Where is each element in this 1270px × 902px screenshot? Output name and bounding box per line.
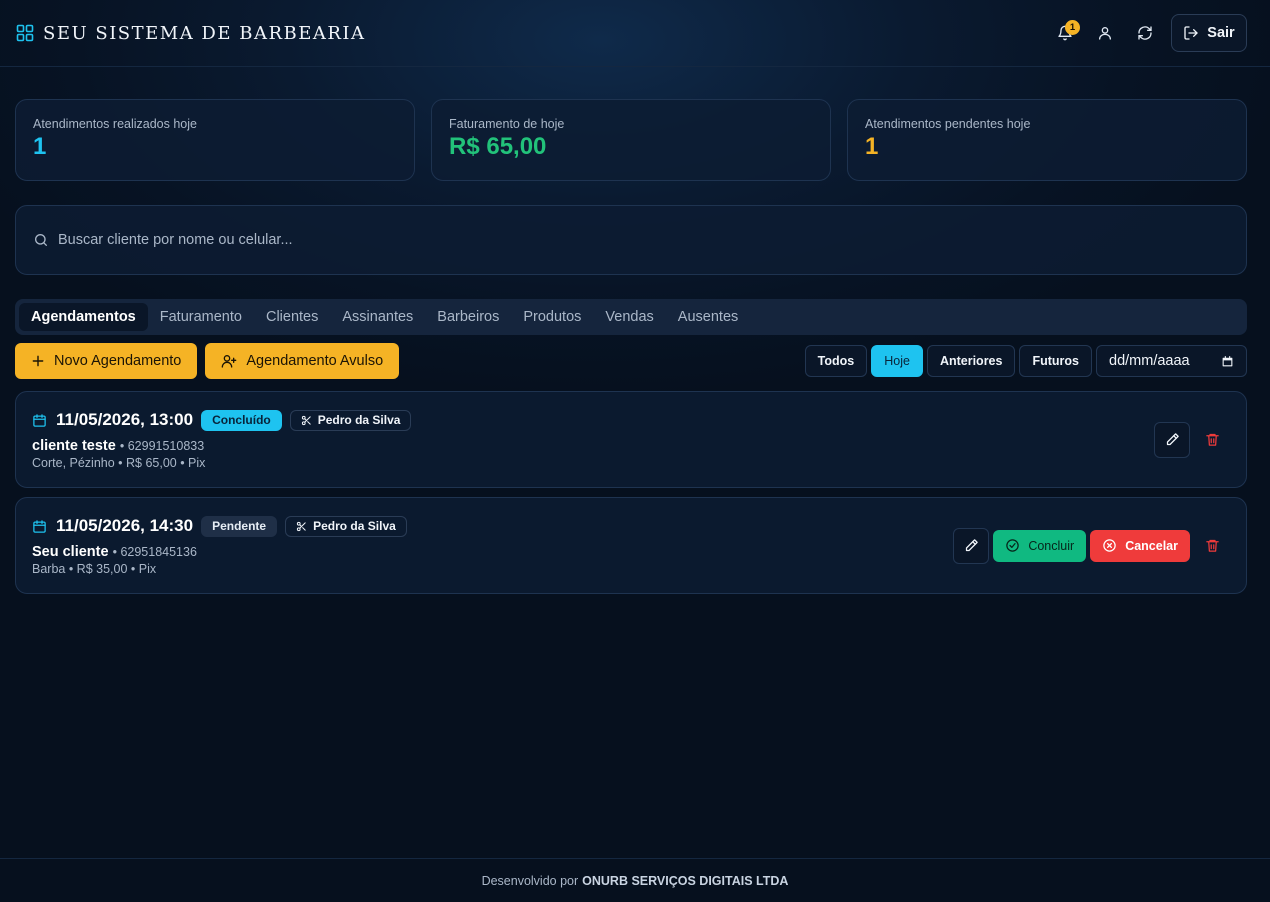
complete-label: Concluir xyxy=(1028,538,1075,553)
logout-label: Sair xyxy=(1207,25,1235,41)
footer-company: ONURB SERVIÇOS DIGITAIS LTDA xyxy=(582,873,789,888)
footer-prefix: Desenvolvido por xyxy=(481,873,579,888)
stats-row: Atendimentos realizados hoje 1 Faturamen… xyxy=(15,99,1247,181)
client-phone: • 62951845136 xyxy=(112,545,197,559)
edit-button[interactable] xyxy=(953,527,990,564)
filter-futuros-button[interactable]: Futuros xyxy=(1019,345,1092,377)
x-circle-icon xyxy=(1102,538,1117,553)
appointment-datetime: 11/05/2026, 14:30 xyxy=(56,516,194,535)
search-icon xyxy=(33,232,49,248)
stat-label: Atendimentos pendentes hoje xyxy=(865,117,1031,131)
cancel-label: Cancelar xyxy=(1125,538,1178,553)
search-bar xyxy=(15,205,1247,275)
delete-button[interactable] xyxy=(1194,528,1230,564)
logout-icon xyxy=(1183,25,1199,41)
new-appointment-button[interactable]: Novo Agendamento xyxy=(15,343,198,379)
filter-todos-button[interactable]: Todos xyxy=(804,345,868,377)
calendar-icon xyxy=(1221,355,1234,368)
appointment-details: Corte, Pézinho • R$ 65,00 • Pix xyxy=(32,456,206,470)
filter-anteriores-button[interactable]: Anteriores xyxy=(926,345,1016,377)
date-filters: Todos Hoje Anteriores Futuros dd/mm/aaaa xyxy=(804,345,1247,377)
app-header: SEU SISTEMA DE BARBEARIA 1 Sair xyxy=(0,0,1270,67)
refresh-button[interactable] xyxy=(1125,13,1165,53)
tab-produtos[interactable]: Produtos xyxy=(511,303,593,331)
stat-value: R$ 65,00 xyxy=(449,133,547,160)
status-badge: Concluído xyxy=(201,409,282,431)
stat-value: 1 xyxy=(33,133,47,160)
barber-badge: Pedro da Silva xyxy=(289,409,412,431)
tab-ausentes[interactable]: Ausentes xyxy=(666,303,750,331)
notifications-button[interactable]: 1 xyxy=(1045,13,1085,53)
edit-button[interactable] xyxy=(1154,421,1190,458)
tab-agendamentos[interactable]: Agendamentos xyxy=(19,303,148,331)
pencil-icon xyxy=(1165,432,1180,447)
scissors-icon xyxy=(296,521,307,532)
stat-card-completed: Atendimentos realizados hoje 1 xyxy=(15,99,415,181)
appointment-actions xyxy=(1154,392,1230,487)
appointment-datetime: 11/05/2026, 13:00 xyxy=(56,410,194,429)
header-actions: 1 Sair xyxy=(1045,13,1247,53)
trash-icon xyxy=(1205,538,1220,553)
brand: SEU SISTEMA DE BARBEARIA xyxy=(16,23,366,44)
grid-icon xyxy=(16,24,34,42)
stat-label: Atendimentos realizados hoje xyxy=(33,117,197,131)
plus-icon xyxy=(31,354,45,368)
footer: Desenvolvido por ONURB SERVIÇOS DIGITAIS… xyxy=(0,858,1270,902)
appointments-toolbar: Novo Agendamento Agendamento Avulso Todo… xyxy=(15,343,1247,379)
appointment-card: 11/05/2026, 14:30 Pendente Pedro da Silv… xyxy=(15,497,1247,594)
app-title: SEU SISTEMA DE BARBEARIA xyxy=(43,22,366,44)
appointment-actions: Concluir Cancelar xyxy=(953,498,1230,593)
tab-barbeiros[interactable]: Barbeiros xyxy=(425,303,511,331)
refresh-icon xyxy=(1137,25,1153,41)
stat-label: Faturamento de hoje xyxy=(449,117,565,131)
status-badge: Pendente xyxy=(201,515,278,537)
scissors-icon xyxy=(301,415,312,426)
delete-button[interactable] xyxy=(1194,422,1230,458)
client-phone: • 62991510833 xyxy=(119,439,205,453)
client-name: cliente teste xyxy=(32,438,116,454)
cancel-button[interactable]: Cancelar xyxy=(1090,529,1190,562)
tab-faturamento[interactable]: Faturamento xyxy=(148,303,254,331)
date-picker-input[interactable]: dd/mm/aaaa xyxy=(1096,345,1247,377)
date-placeholder: dd/mm/aaaa xyxy=(1109,353,1190,369)
walkin-appointment-button[interactable]: Agendamento Avulso xyxy=(205,343,400,379)
complete-button[interactable]: Concluir xyxy=(993,529,1087,562)
stat-value: 1 xyxy=(865,133,879,160)
appointment-card: 11/05/2026, 13:00 Concluído Pedro da Sil… xyxy=(15,391,1247,488)
walkin-appointment-label: Agendamento Avulso xyxy=(246,353,384,369)
user-icon xyxy=(1097,25,1113,41)
main-tabs: Agendamentos Faturamento Clientes Assina… xyxy=(15,299,1247,335)
user-plus-icon xyxy=(221,353,237,369)
trash-icon xyxy=(1205,432,1220,447)
check-circle-icon xyxy=(1005,538,1020,553)
barber-name: Pedro da Silva xyxy=(313,519,396,533)
tab-clientes[interactable]: Clientes xyxy=(254,303,330,331)
filter-hoje-button[interactable]: Hoje xyxy=(871,345,923,377)
search-input[interactable] xyxy=(58,232,1229,248)
notification-count-badge: 1 xyxy=(1065,20,1080,35)
profile-button[interactable] xyxy=(1085,13,1125,53)
pencil-icon xyxy=(964,538,979,553)
logout-button[interactable]: Sair xyxy=(1171,14,1247,52)
new-appointment-label: Novo Agendamento xyxy=(54,353,182,369)
stat-card-revenue: Faturamento de hoje R$ 65,00 xyxy=(431,99,831,181)
barber-name: Pedro da Silva xyxy=(317,413,401,427)
barber-badge: Pedro da Silva xyxy=(285,515,407,537)
calendar-icon xyxy=(32,519,47,534)
calendar-icon xyxy=(32,413,47,428)
tab-vendas[interactable]: Vendas xyxy=(593,303,665,331)
client-name: Seu cliente xyxy=(32,544,109,560)
stat-card-pending: Atendimentos pendentes hoje 1 xyxy=(847,99,1247,181)
tab-assinantes[interactable]: Assinantes xyxy=(330,303,425,331)
